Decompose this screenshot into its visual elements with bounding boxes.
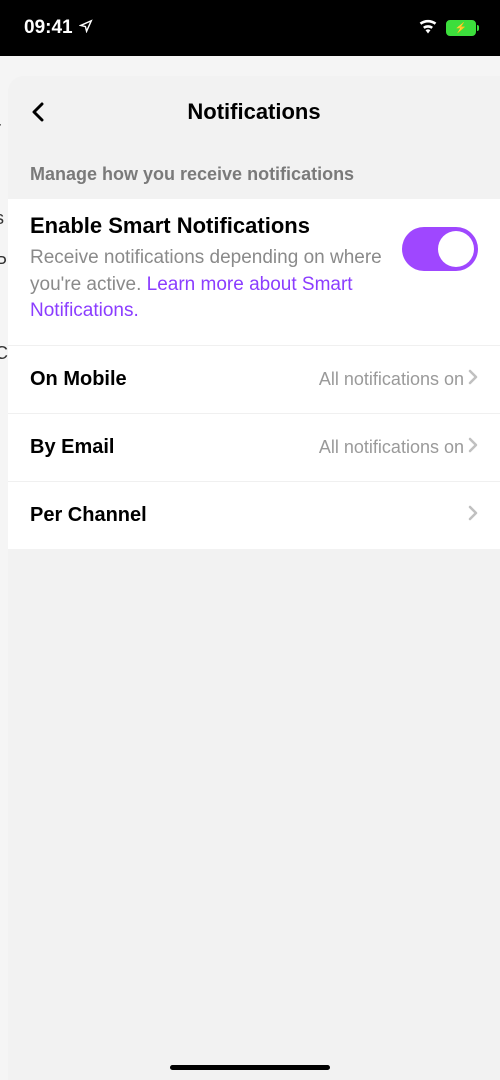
per-channel-label: Per Channel: [30, 504, 147, 527]
by-email-value: All notifications on: [319, 437, 464, 458]
chevron-right-icon: [468, 369, 478, 390]
per-channel-value-group: [468, 505, 478, 526]
on-mobile-row[interactable]: On Mobile All notifications on: [8, 346, 500, 414]
chevron-right-icon: [468, 505, 478, 526]
smart-notifications-toggle[interactable]: [402, 227, 478, 271]
status-icons: ⚡: [418, 18, 476, 39]
notifications-modal: Notifications Manage how you receive not…: [8, 76, 500, 1080]
wifi-icon: [418, 18, 438, 39]
on-mobile-value-group: All notifications on: [319, 369, 478, 390]
per-channel-row[interactable]: Per Channel: [8, 482, 500, 549]
on-mobile-label: On Mobile: [30, 368, 127, 391]
time-text: 09:41: [24, 17, 73, 39]
status-bar: 09:41 ⚡: [0, 0, 500, 56]
section-header: Manage how you receive notifications: [8, 148, 500, 199]
modal-title: Notifications: [8, 99, 500, 125]
smart-content: Enable Smart Notifications Receive notif…: [30, 213, 386, 325]
location-icon: [79, 17, 93, 39]
toggle-knob: [438, 231, 474, 267]
on-mobile-value: All notifications on: [319, 369, 464, 390]
by-email-label: By Email: [30, 436, 114, 459]
smart-notifications-row: Enable Smart Notifications Receive notif…: [8, 199, 500, 346]
modal-header: Notifications: [8, 76, 500, 148]
chevron-right-icon: [468, 437, 478, 458]
by-email-value-group: All notifications on: [319, 437, 478, 458]
back-button[interactable]: [26, 100, 50, 124]
by-email-row[interactable]: By Email All notifications on: [8, 414, 500, 482]
battery-icon: ⚡: [446, 20, 476, 36]
settings-group: Enable Smart Notifications Receive notif…: [8, 199, 500, 549]
status-time: 09:41: [24, 17, 93, 39]
home-indicator[interactable]: [170, 1065, 330, 1070]
smart-title: Enable Smart Notifications: [30, 213, 386, 239]
smart-description: Receive notifications depending on where…: [30, 245, 386, 325]
